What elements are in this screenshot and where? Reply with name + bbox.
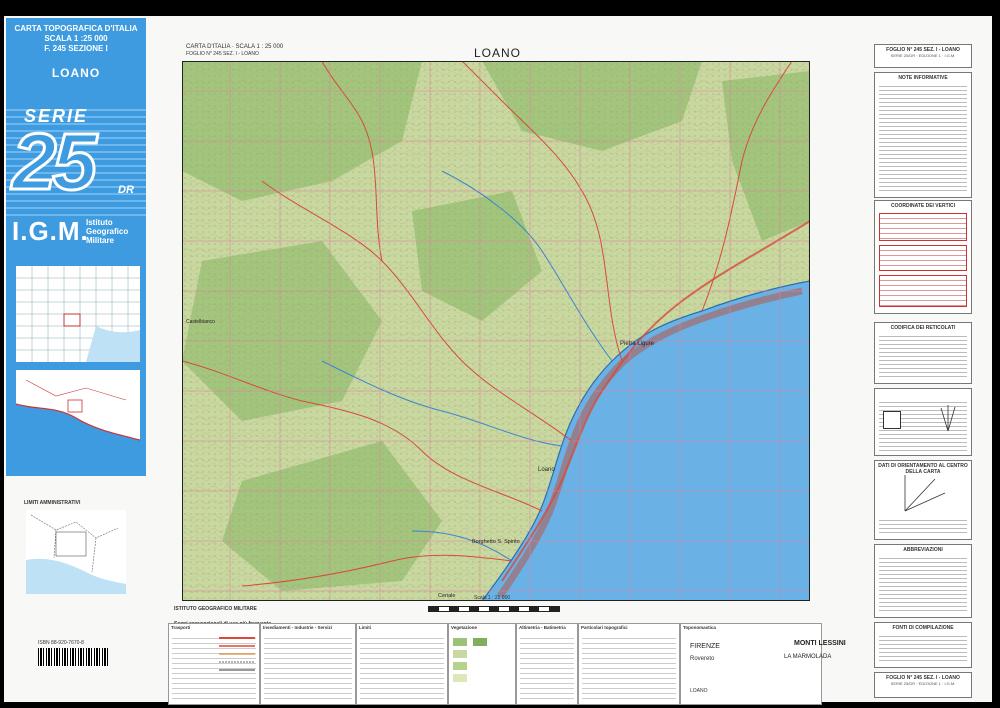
right-grid-codes-box: CODIFICA DEI RETICOLATI	[874, 322, 972, 384]
sheet-index-map	[16, 266, 140, 362]
admin-limits-title: LIMITI AMMINISTRATIVI	[24, 500, 81, 506]
sheet-index-grid	[16, 266, 140, 362]
legend-vegetation-swatches	[453, 638, 487, 682]
cover-sheet-name: LOANO	[51, 66, 101, 80]
coordinates-table-2	[879, 245, 967, 271]
legend-title-particolari: Particolari topografici	[581, 625, 628, 630]
right-grid-codes-title: CODIFICA DEI RETICOLATI	[890, 325, 956, 331]
legend-lines	[264, 634, 352, 701]
right-notes-text	[879, 83, 967, 194]
toponymy-monti-lessini: MONTI LESSINI	[794, 640, 846, 647]
right-notes-box: NOTE INFORMATIVE	[874, 72, 972, 198]
topographic-map[interactable]: Pietra Ligure Loano Borghetto S. Spirito…	[182, 61, 810, 601]
right-abbreviations-box: ABBREVIAZIONI	[874, 544, 972, 618]
institute-line3: Militare	[86, 236, 115, 245]
legend-title-toponomastica: Toponomastica	[683, 625, 716, 630]
place-ceriale: Ceriale	[438, 593, 455, 599]
legend-title-limiti: Limiti	[359, 625, 371, 630]
legend-title-insediamenti: Insediamenti - Industrie - Servizi	[263, 625, 333, 630]
declination-diagram	[904, 475, 946, 512]
institute-line1: Istituto	[86, 218, 113, 227]
right-notes-title: NOTE INFORMATIVE	[898, 75, 948, 81]
place-borghetto: Borghetto S. Spirito	[472, 539, 520, 545]
scale-bar	[428, 606, 560, 612]
right-abbreviations-title: ABBREVIAZIONI	[903, 547, 943, 553]
toponymy-rovereto: Rovereto	[690, 656, 715, 662]
cover-header-line2: SCALA 1 :25 000	[44, 34, 108, 43]
coordinates-table-1	[879, 213, 967, 241]
isbn: ISBN 88-920-7670-8	[38, 640, 84, 646]
legend-lines	[582, 634, 676, 701]
north-arrows-icon	[940, 405, 956, 432]
right-footer-box: FOGLIO N° 245 SEZ. I - LOANO SERIE 25/DR…	[874, 672, 972, 698]
cover-unit: DR	[118, 184, 134, 196]
legend-limiti: Limiti	[356, 623, 448, 705]
right-sources-box: FONTI DI COMPILAZIONE	[874, 622, 972, 668]
map-sheet: CARTA TOPOGRAFICA D'ITALIA SCALA 1 :25 0…	[4, 16, 992, 705]
cover-header: CARTA TOPOGRAFICA D'ITALIA SCALA 1 :25 0…	[14, 24, 138, 54]
right-grid-codes-text	[879, 333, 967, 380]
right-sources-title: FONTI DI COMPILAZIONE	[892, 625, 954, 631]
legend-particolari: Particolari topografici	[578, 623, 680, 705]
coordinates-table-3	[879, 275, 967, 307]
location-map-drawing	[15, 370, 141, 456]
right-orientation-box	[874, 388, 972, 456]
cover-band: CARTA TOPOGRAFICA D'ITALIA SCALA 1 :25 0…	[6, 18, 146, 476]
legend-insediamenti: Insediamenti - Industrie - Servizi	[260, 623, 356, 705]
map-header-line1: CARTA D'ITALIA · SCALA 1 : 25 000	[186, 44, 284, 50]
right-sheet-id-box: FOGLIO N° 245 SEZ. I - LOANO SERIE 25/DR…	[874, 44, 972, 68]
toponymy-marmolada: LA MARMOLADA	[784, 654, 832, 660]
right-sheet-id-sub: SERIE 25/DR · EDIZIONE 1 · I.G.M.	[890, 53, 956, 58]
legend-trasporti: Trasporti	[168, 623, 260, 705]
map-header-line2: FOGLIO N° 245 SEZ. I - LOANO	[186, 51, 259, 57]
right-footer-line2: SERIE 25/DR · EDIZIONE 1 · I.G.M.	[890, 681, 956, 686]
orientation-square	[883, 411, 901, 429]
right-declination-box: DATI DI ORIENTAMENTO AL CENTRO DELLA CAR…	[874, 460, 972, 540]
cover-header-line1: CARTA TOPOGRAFICA D'ITALIA	[14, 24, 138, 33]
admin-limits-map	[26, 510, 126, 594]
igm-logo: I.G.M.	[12, 216, 89, 246]
legend-altimetria: Altimetria - Batimetria	[516, 623, 578, 705]
barcode	[38, 648, 108, 666]
cover-serie-number: 25	[11, 117, 99, 206]
location-map	[15, 370, 141, 456]
institute-name: Istituto Geografico Militare	[86, 218, 128, 245]
map-title: LOANO	[474, 46, 522, 60]
toponymy-firenze: FIRENZE	[690, 643, 720, 650]
right-declination-text	[879, 517, 967, 536]
right-coordinates-box: COORDINATE DEI VERTICI	[874, 200, 972, 314]
toponymy-loano: LOANO	[690, 688, 708, 694]
cover-header-line3: F. 245 SEZIONE I	[44, 44, 108, 53]
legend-road-symbols	[219, 637, 255, 671]
right-coordinates-title: COORDINATE DEI VERTICI	[890, 203, 956, 209]
place-loano: Loano	[538, 467, 555, 473]
scale-caption: Scala 1 : 25 000	[474, 595, 511, 601]
legend-lines	[360, 634, 444, 701]
place-pietra-ligure: Pietra Ligure	[620, 341, 655, 347]
legend-vegetazione: Vegetazione	[448, 623, 516, 705]
institute-line2: Geografico	[86, 227, 129, 236]
legend-lines	[520, 634, 574, 701]
legend-title-altimetria: Altimetria - Batimetria	[519, 625, 566, 630]
right-abbreviations-text	[879, 555, 967, 614]
place-castelbianco: Castelbianco	[186, 319, 215, 325]
right-sources-text	[879, 633, 967, 664]
